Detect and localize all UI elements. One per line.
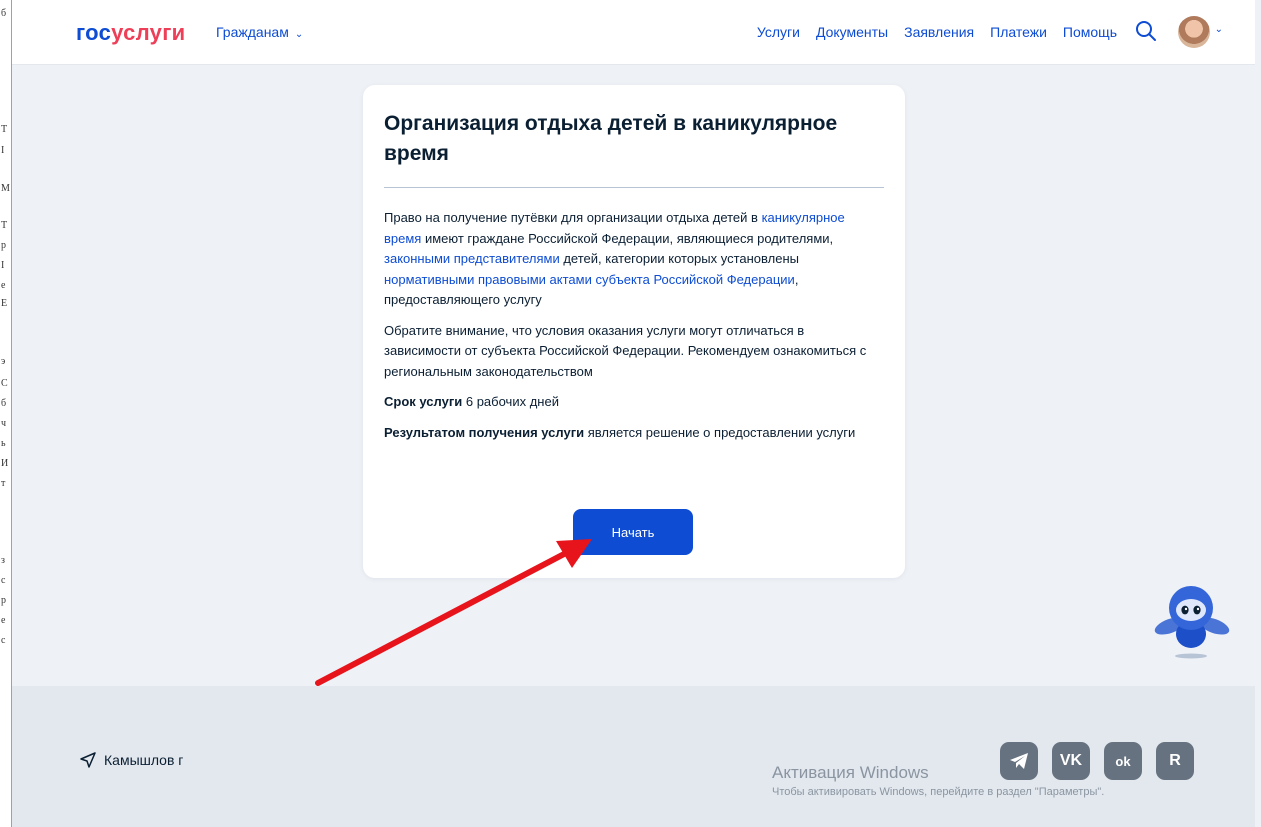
strip-glyph: р — [1, 240, 6, 251]
watermark-title: Активация Windows — [772, 763, 929, 782]
red-arrow-annotation — [315, 539, 592, 686]
strip-glyph: с — [1, 575, 6, 586]
service-card: Организация отдыха детей в каникулярное … — [363, 85, 905, 578]
strip-glyph: I — [1, 260, 5, 271]
nav-item-help[interactable]: Помощь — [1063, 24, 1117, 40]
main-nav: Услуги Документы Заявления Платежи Помощ… — [757, 24, 1117, 40]
notice-paragraph: Обратите внимание, что условия оказания … — [384, 322, 867, 379]
odnoklassniki-icon[interactable]: ok — [1104, 742, 1142, 780]
page-title: Организация отдыха детей в каникулярное … — [384, 112, 838, 165]
strip-glyph: ь — [1, 438, 6, 449]
strip-glyph: С — [1, 378, 8, 389]
strip-glyph: з — [1, 555, 5, 566]
nav-item-payments[interactable]: Платежи — [990, 24, 1047, 40]
location-selector[interactable]: Камышлов г — [80, 752, 183, 768]
strip-glyph: ч — [1, 418, 7, 429]
gosuslugi-logo[interactable]: госуслуги — [76, 20, 186, 46]
audience-selector[interactable]: Гражданам ⌄ — [216, 24, 303, 40]
location-label: Камышлов г — [104, 752, 184, 768]
nav-item-applications[interactable]: Заявления — [904, 24, 974, 40]
robot-assistant-icon[interactable] — [1150, 582, 1232, 660]
strip-glyph: Е — [1, 298, 8, 309]
link-legal-representatives[interactable]: законными представителями — [384, 251, 560, 266]
service-term: Срок услуги 6 рабочих дней — [384, 394, 559, 409]
service-description: Право на получение путёвки для организац… — [384, 208, 884, 453]
link-regulatory-acts[interactable]: нормативными правовыми актами субъекта Р… — [384, 272, 795, 287]
strip-glyph: е — [1, 615, 6, 626]
site-footer: Камышлов г VK ok R Активация Windows Что… — [12, 686, 1255, 827]
strip-glyph: И — [1, 458, 9, 469]
strip-glyph: Т — [1, 124, 8, 135]
search-icon[interactable] — [1135, 20, 1157, 42]
strip-glyph: Т — [1, 220, 8, 231]
strip-glyph: е — [1, 280, 6, 291]
background-document-strip: бТIМТрIеЕэСбчьИтзсрес — [0, 0, 12, 827]
windows-activation-watermark: Активация Windows Чтобы активировать Win… — [772, 763, 1104, 798]
audience-label: Гражданам — [216, 24, 289, 40]
avatar[interactable] — [1178, 16, 1210, 48]
eligibility-paragraph: Право на получение путёвки для организац… — [384, 210, 845, 307]
location-arrow-icon — [80, 752, 96, 768]
strip-glyph: М — [1, 183, 10, 194]
strip-glyph: с — [1, 635, 6, 646]
strip-glyph: I — [1, 145, 5, 156]
divider — [384, 187, 884, 188]
nav-item-services[interactable]: Услуги — [757, 24, 800, 40]
watermark-subtitle: Чтобы активировать Windows, перейдите в … — [772, 786, 1105, 798]
strip-glyph: б — [1, 8, 7, 19]
service-result: Результатом получения услуги является ре… — [384, 424, 856, 440]
strip-glyph: т — [1, 478, 6, 489]
chevron-down-icon: ⌄ — [294, 29, 304, 40]
chevron-down-icon[interactable]: ⌄ — [1215, 24, 1223, 35]
nav-item-documents[interactable]: Документы — [816, 24, 888, 40]
strip-glyph: р — [1, 595, 6, 606]
rutube-icon[interactable]: R — [1156, 742, 1194, 780]
site-header: госуслуги Гражданам ⌄ Услуги Документы За… — [12, 0, 1255, 65]
strip-glyph: б — [1, 398, 7, 409]
strip-glyph: э — [1, 356, 6, 367]
